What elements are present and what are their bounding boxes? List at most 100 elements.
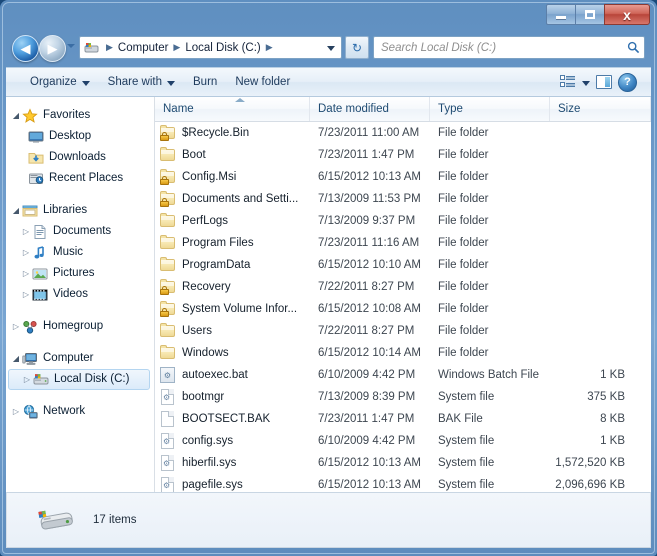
breadcrumb-local-disk[interactable]: Local Disk (C:) [183, 42, 262, 54]
help-icon[interactable]: ? [618, 72, 637, 92]
table-row[interactable]: ⚙ pagefile.sys 6/15/2012 10:13 AM System fi… [155, 474, 651, 492]
preview-pane-icon[interactable] [596, 75, 612, 89]
sidebar-group-favorites[interactable]: ◢ Favorites [6, 105, 154, 126]
expander-icon[interactable]: ◢ [10, 354, 22, 363]
new-folder-button[interactable]: New folder [226, 71, 299, 93]
sidebar-item-downloads[interactable]: Downloads [6, 147, 154, 168]
expander-icon[interactable]: ▷ [20, 227, 32, 236]
column-header-name[interactable]: Name [155, 97, 310, 121]
search-input[interactable]: Search Local Disk (C:) [373, 36, 645, 59]
minimize-button[interactable] [546, 4, 575, 25]
sidebar-item-music[interactable]: ▷ Music [6, 242, 154, 263]
refresh-button[interactable]: ↻ [345, 36, 369, 59]
sidebar-group-computer[interactable]: ◢ Computer [6, 348, 154, 369]
file-name-label: BOOTSECT.BAK [182, 413, 271, 425]
sidebar-item-recent-places[interactable]: Recent Places [6, 168, 154, 189]
expander-icon[interactable]: ▷ [10, 407, 22, 416]
maximize-button[interactable] [575, 4, 604, 25]
cell-name[interactable]: Users [155, 323, 310, 339]
command-toolbar: Organize Share with Burn New folder ? [6, 67, 651, 97]
breadcrumb-computer[interactable]: Computer [116, 42, 171, 54]
table-row[interactable]: Recovery 7/22/2011 8:27 PM File folder [155, 276, 651, 298]
expander-icon[interactable]: ▷ [20, 290, 32, 299]
recent-pages-dropdown[interactable] [67, 44, 75, 48]
sidebar-item-network[interactable]: ▷ Network [6, 401, 154, 422]
change-view-icon[interactable] [560, 75, 576, 89]
column-header-type-label: Type [438, 103, 463, 115]
column-header-date-modified[interactable]: Date modified [310, 97, 430, 121]
table-row[interactable]: $Recycle.Bin 7/23/2011 11:00 AM File folde… [155, 122, 651, 144]
table-row[interactable]: ⚙ config.sys 6/10/2009 4:42 PM System file 1… [155, 430, 651, 452]
cell-name[interactable]: Documents and Setti... [155, 191, 310, 207]
expander-icon[interactable]: ▷ [20, 248, 32, 257]
cell-name[interactable]: ⚙ config.sys [155, 433, 310, 449]
breadcrumb-separator[interactable]: ▶ [263, 43, 276, 52]
cell-name[interactable]: ⚙ bootmgr [155, 389, 310, 405]
table-row[interactable]: Windows 6/15/2012 10:14 AM File folder [155, 342, 651, 364]
libraries-icon [22, 203, 38, 219]
cell-date-modified: 6/15/2012 10:10 AM [318, 259, 421, 271]
cell-name[interactable]: PerfLogs [155, 213, 310, 229]
table-row[interactable]: Config.Msi 6/15/2012 10:13 AM File folder [155, 166, 651, 188]
table-row[interactable]: ⚙ autoexec.bat 6/10/2009 4:42 PM Windows Ba… [155, 364, 651, 386]
table-row[interactable]: Users 7/22/2011 8:27 PM File folder [155, 320, 651, 342]
navigation-pane[interactable]: ◢ Favorites Desktop Downloads Recent Pla… [6, 97, 155, 492]
view-chevron-down-icon[interactable] [582, 80, 590, 86]
address-bar[interactable]: ▶ Computer ▶ Local Disk (C:) ▶ [79, 36, 342, 59]
cell-type: BAK File [438, 413, 483, 425]
cell-date-modified: 6/15/2012 10:13 AM [318, 171, 421, 183]
sidebar-item-desktop[interactable]: Desktop [6, 126, 154, 147]
file-list[interactable]: Name Date modified Type Size $Recycle.Bi… [155, 97, 651, 492]
organize-button[interactable]: Organize [21, 71, 99, 93]
expander-icon[interactable]: ◢ [10, 111, 22, 120]
close-button[interactable]: x [604, 4, 650, 25]
back-button[interactable]: ◀ [12, 35, 39, 62]
column-header-type[interactable]: Type [430, 97, 550, 121]
share-with-button[interactable]: Share with [99, 71, 184, 93]
cell-name[interactable]: ⚙ hiberfil.sys [155, 455, 310, 471]
system-file-icon: ⚙ [160, 433, 176, 449]
cell-name[interactable]: Program Files [155, 235, 310, 251]
cell-name[interactable]: Config.Msi [155, 169, 310, 185]
cell-name[interactable]: ⚙ autoexec.bat [155, 367, 310, 383]
table-row[interactable]: PerfLogs 7/13/2009 9:37 PM File folder [155, 210, 651, 232]
cell-name[interactable]: Boot [155, 147, 310, 163]
table-row[interactable]: Documents and Setti... 7/13/2009 11:53 PM… [155, 188, 651, 210]
sidebar-label-favorites: Favorites [43, 108, 91, 121]
sidebar-item-documents[interactable]: ▷ Documents [6, 221, 154, 242]
cell-name[interactable]: System Volume Infor... [155, 301, 310, 317]
cell-name[interactable]: $Recycle.Bin [155, 125, 310, 141]
forward-button[interactable]: ▶ [39, 35, 66, 62]
sidebar-item-videos[interactable]: ▷ Videos [6, 284, 154, 305]
cell-type: File folder [438, 281, 489, 293]
table-row[interactable]: Program Files 7/23/2011 11:16 AM File fold… [155, 232, 651, 254]
system-file-icon: ⚙ [160, 389, 176, 405]
sidebar-item-local-disk[interactable]: ▷ Local Disk (C:) [8, 369, 150, 390]
cell-type: File folder [438, 325, 489, 337]
cell-name[interactable]: Windows [155, 345, 310, 361]
table-row[interactable]: ⚙ hiberfil.sys 6/15/2012 10:13 AM System fi… [155, 452, 651, 474]
cell-name[interactable]: ProgramData [155, 257, 310, 273]
sidebar-item-pictures[interactable]: ▷ Pictures [6, 263, 154, 284]
music-icon [32, 245, 48, 261]
column-header-date-label: Date modified [318, 103, 389, 115]
expander-icon[interactable]: ▷ [10, 322, 22, 331]
cell-name[interactable]: Recovery [155, 279, 310, 295]
table-row[interactable]: ProgramData 6/15/2012 10:10 AM File folder [155, 254, 651, 276]
table-row[interactable]: ⚙ bootmgr 7/13/2009 8:39 PM System file 375 … [155, 386, 651, 408]
burn-button[interactable]: Burn [184, 71, 226, 93]
cell-size: 1 KB [600, 435, 625, 447]
column-header-size[interactable]: Size [550, 97, 651, 121]
sidebar-group-libraries[interactable]: ◢ Libraries [6, 200, 154, 221]
address-dropdown-icon[interactable] [327, 46, 335, 51]
cell-size: 375 KB [587, 391, 625, 403]
cell-name[interactable]: ⚙ pagefile.sys [155, 477, 310, 492]
table-row[interactable]: System Volume Infor... 6/15/2012 10:08 AM… [155, 298, 651, 320]
sidebar-item-homegroup[interactable]: ▷ Homegroup [6, 316, 154, 337]
table-row[interactable]: Boot 7/23/2011 1:47 PM File folder [155, 144, 651, 166]
expander-icon[interactable]: ▷ [21, 375, 33, 384]
cell-name[interactable]: BOOTSECT.BAK [155, 411, 310, 427]
expander-icon[interactable]: ◢ [10, 206, 22, 215]
table-row[interactable]: BOOTSECT.BAK 7/23/2011 1:47 PM BAK File 8 K… [155, 408, 651, 430]
expander-icon[interactable]: ▷ [20, 269, 32, 278]
